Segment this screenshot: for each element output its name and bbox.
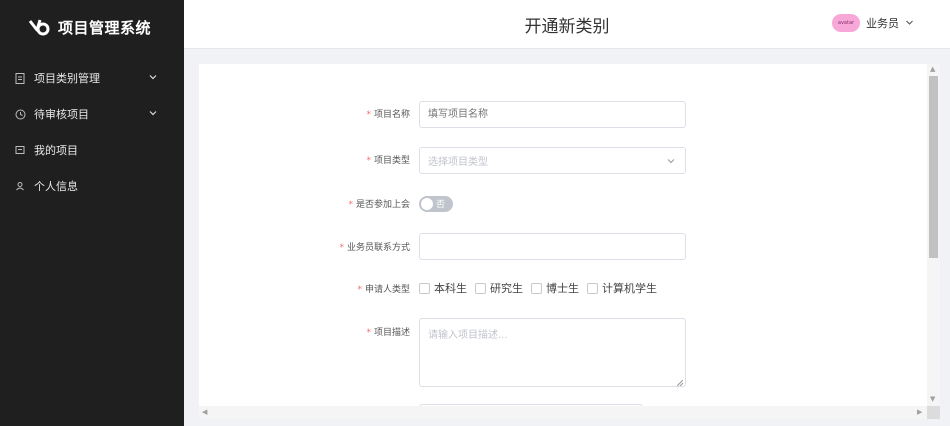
top-header: 开通新类别 avatar 业务员: [184, 0, 950, 49]
sidebar-item-pending-review[interactable]: 待审核项目: [0, 96, 184, 132]
sidebar: 项目管理系统 项目类别管理 待审核项目 我的项目 个人信息: [0, 0, 184, 426]
app-title: 项目管理系统: [58, 18, 152, 37]
folder-icon: [14, 144, 26, 156]
project-type-label: * 项目类型: [366, 156, 410, 166]
resize-handle-icon[interactable]: [676, 378, 684, 387]
toggle-text: 否: [436, 200, 446, 210]
meeting-label: * 是否参加上会: [348, 200, 410, 210]
horizontal-scrollbar[interactable]: ◀ ▶: [199, 406, 927, 419]
checkbox-cs-student[interactable]: 计算机学生: [587, 280, 657, 296]
textarea-placeholder: 请输入项目描述...: [428, 330, 508, 341]
meeting-toggle[interactable]: 否: [419, 196, 453, 212]
scroll-down-icon[interactable]: ▼: [930, 395, 935, 403]
sidebar-item-category-management[interactable]: 项目类别管理: [0, 60, 184, 96]
sidebar-item-label: 项目类别管理: [34, 72, 100, 85]
checkbox-label: 计算机学生: [602, 282, 657, 295]
project-name-label: * 项目名称: [366, 110, 410, 120]
app-logo[interactable]: 项目管理系统: [28, 14, 151, 40]
scroll-right-icon[interactable]: ▶: [917, 408, 922, 416]
checkbox-label: 博士生: [546, 282, 579, 295]
scroll-left-icon[interactable]: ◀: [202, 408, 207, 416]
chevron-down-icon: [667, 157, 675, 165]
sidebar-item-label: 我的项目: [34, 144, 78, 157]
avatar[interactable]: avatar: [832, 14, 860, 32]
user-name: 业务员: [866, 17, 899, 30]
form-panel: *项目名称 *项目类型 选择项目类型 *是否参加上会 否 *业务员联系方式 *申…: [199, 64, 927, 406]
checkbox-box[interactable]: [475, 282, 486, 294]
sidebar-item-label: 个人信息: [34, 180, 78, 193]
scroll-corner: [927, 406, 940, 419]
sidebar-item-personal-info[interactable]: 个人信息: [0, 168, 184, 204]
checkbox-box[interactable]: [587, 282, 598, 294]
contact-input[interactable]: [419, 233, 686, 260]
project-name-input[interactable]: [419, 101, 686, 128]
clock-icon: [14, 108, 26, 120]
checkbox-graduate[interactable]: 研究生: [475, 280, 523, 296]
checkbox-phd[interactable]: 博士生: [531, 280, 579, 296]
checkbox-box[interactable]: [531, 282, 542, 294]
sidebar-menu: 项目类别管理 待审核项目 我的项目 个人信息: [0, 60, 184, 204]
scroll-thumb[interactable]: [929, 76, 938, 258]
chevron-down-icon: [148, 72, 158, 82]
checkbox-label: 研究生: [490, 282, 523, 295]
scroll-up-icon[interactable]: ▲: [930, 65, 935, 73]
description-textarea[interactable]: 请输入项目描述...: [419, 318, 686, 387]
checkbox-label: 本科生: [434, 282, 467, 295]
sidebar-item-my-projects[interactable]: 我的项目: [0, 132, 184, 168]
user-icon: [14, 180, 26, 192]
contact-label: * 业务员联系方式: [339, 243, 410, 253]
checkbox-box[interactable]: [419, 282, 430, 294]
chevron-down-icon: [905, 17, 914, 30]
logo-icon: [28, 16, 50, 38]
applicant-type-group: 本科生 研究生 博士生 计算机学生: [419, 280, 657, 296]
applicant-type-label: * 申请人类型: [357, 285, 410, 295]
sidebar-item-label: 待审核项目: [34, 108, 89, 121]
checkbox-undergraduate[interactable]: 本科生: [419, 280, 467, 296]
vertical-scrollbar[interactable]: ▲ ▼: [927, 64, 940, 406]
select-placeholder: 选择项目类型: [428, 157, 488, 168]
document-icon: [14, 72, 26, 84]
description-label: * 项目描述: [366, 328, 410, 338]
toggle-knob: [421, 198, 433, 210]
chevron-down-icon: [148, 108, 158, 118]
user-menu[interactable]: avatar 业务员: [832, 14, 914, 32]
project-type-select[interactable]: 选择项目类型: [419, 147, 686, 174]
